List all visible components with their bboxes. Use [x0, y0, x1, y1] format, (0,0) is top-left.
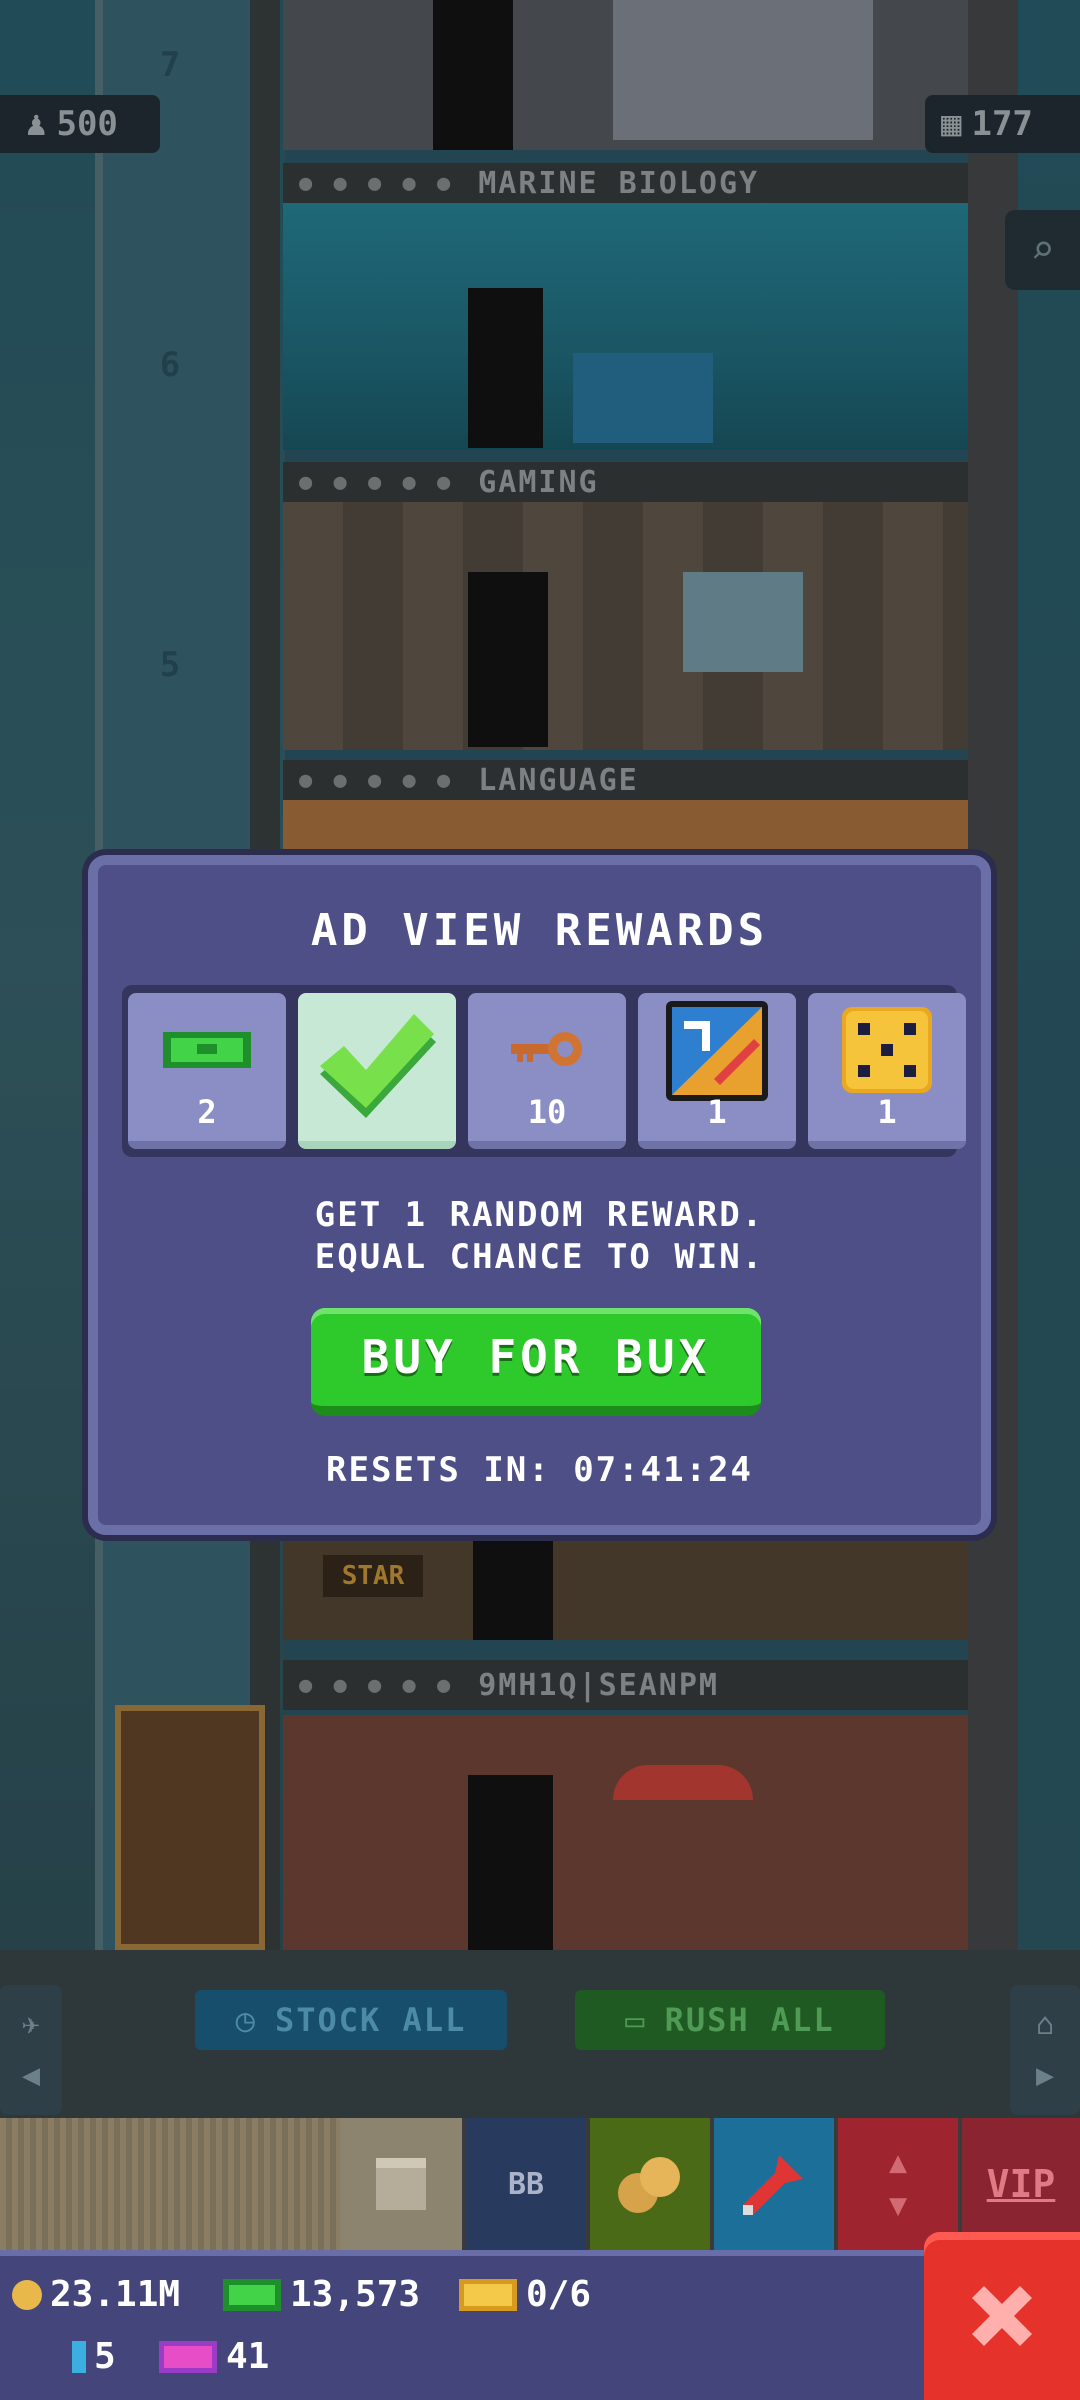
vip-tokens-stat: 41 [158, 2336, 269, 2377]
dice-icon [840, 1005, 934, 1095]
elevator-up-down-button[interactable]: ▲ ▼ [838, 2118, 958, 2250]
reward-count: 1 [877, 1093, 897, 1131]
home-icon: ⌂ [1035, 2007, 1055, 2042]
keys-stat: 5 [72, 2336, 116, 2377]
tickets-stat: 0/6 [458, 2274, 591, 2315]
coins-value: 23.11M [50, 2274, 181, 2315]
build-pin-button[interactable] [714, 2118, 834, 2250]
coin-icon [12, 2279, 42, 2310]
pin-icon [743, 2155, 803, 2215]
description-line-2: EQUAL CHANCE TO WIN. [314, 1237, 765, 1277]
reward-count: 10 [527, 1093, 567, 1131]
currency-bar: 23.11M 13,573 0/6 5 41 [0, 2250, 930, 2400]
vip-button[interactable]: VIP [962, 2118, 1080, 2250]
coins-stat: 23.11M [12, 2274, 180, 2315]
stock-all-label: STOCK ALL [274, 2001, 467, 2039]
description-line-1: GET 1 RANDOM REWARD. [314, 1195, 765, 1235]
inventory-box-button[interactable] [340, 2118, 462, 2250]
vip-ticket-icon [159, 2340, 217, 2373]
nav-left-button[interactable]: ✈ ◀ [0, 1985, 62, 2115]
reward-tile-selected[interactable] [298, 993, 456, 1149]
bux-bill-icon: ▭ [625, 2001, 647, 2039]
bitbook-button[interactable]: BB [466, 2118, 586, 2250]
bux-stat: 13,573 [222, 2274, 420, 2315]
card-icon [664, 999, 770, 1103]
bux-bill-icon [128, 1015, 286, 1085]
rush-all-button[interactable]: ▭ RUSH ALL [575, 1990, 885, 2050]
vip-tokens-value: 41 [226, 2336, 270, 2377]
clock-icon: ◷ [235, 2001, 257, 2039]
battery-icon [72, 2340, 86, 2373]
tickets-value: 0/6 [526, 2274, 592, 2315]
key-icon [468, 1015, 626, 1085]
nav-right-button[interactable]: ⌂ ▶ [1010, 1985, 1080, 2115]
reward-count: 1 [707, 1093, 727, 1131]
close-icon [972, 2286, 1032, 2346]
keys-value: 5 [94, 2336, 116, 2377]
arrow-right-icon: ▶ [1035, 2058, 1055, 2093]
toolbar-wood-panel [0, 2118, 340, 2250]
dialog-title: AD VIEW REWARDS [310, 905, 769, 956]
bux-bill-icon [223, 2278, 281, 2311]
reward-tile-key[interactable]: 10 [468, 993, 626, 1149]
reward-strip: 2 10 1 1 [122, 985, 966, 1157]
reward-tile-card[interactable]: 1 [638, 993, 796, 1149]
stock-all-button[interactable]: ◷ STOCK ALL [195, 1990, 507, 2050]
rush-all-label: RUSH ALL [664, 2001, 835, 2039]
reset-timer: RESETS IN: 07:41:24 [326, 1450, 753, 1490]
reward-tile-dice[interactable]: 1 [808, 993, 966, 1149]
reward-count: 2 [197, 1093, 217, 1131]
arrow-down-icon: ▼ [888, 2188, 908, 2223]
reward-tile-bux[interactable]: 2 [128, 993, 286, 1149]
checkmark-icon [298, 999, 456, 1139]
coins-button[interactable] [590, 2118, 710, 2250]
close-button[interactable] [924, 2232, 1080, 2400]
coins-icon [618, 2157, 680, 2213]
airplane-icon: ✈ [21, 2007, 41, 2042]
ticket-icon [459, 2278, 517, 2311]
arrow-up-icon: ▲ [888, 2145, 908, 2180]
ad-view-rewards-dialog: AD VIEW REWARDS 2 10 1 1 GET 1 RANDOM RE… [88, 855, 991, 1535]
bux-value: 13,573 [290, 2274, 421, 2315]
box-icon [376, 2158, 426, 2210]
buy-for-bux-button[interactable]: BUY FOR BUX [311, 1308, 761, 1416]
arrow-left-icon: ◀ [21, 2058, 41, 2093]
